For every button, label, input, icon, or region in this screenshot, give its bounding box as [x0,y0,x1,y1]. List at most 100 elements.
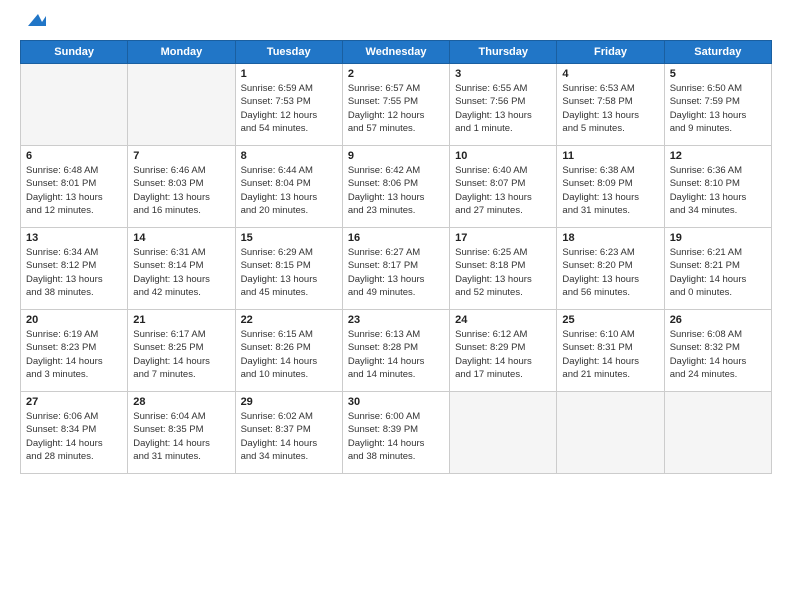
day-info: Sunrise: 6:42 AMSunset: 8:06 PMDaylight:… [348,164,444,217]
calendar-table: SundayMondayTuesdayWednesdayThursdayFrid… [20,40,772,474]
calendar-cell: 4Sunrise: 6:53 AMSunset: 7:58 PMDaylight… [557,64,664,146]
day-info: Sunrise: 6:21 AMSunset: 8:21 PMDaylight:… [670,246,766,299]
calendar-cell [664,392,771,474]
day-number: 21 [133,314,229,326]
calendar-cell: 19 Sunrise: 6:21 AMSunset: 8:21 PMDayligh… [664,228,771,310]
day-number: 29 [241,396,337,408]
day-info: Sunrise: 6:13 AMSunset: 8:28 PMDaylight:… [348,328,444,381]
calendar-header-tuesday: Tuesday [235,41,342,64]
day-number: 3 [455,68,551,80]
day-number: 18 [562,232,658,244]
calendar-header-friday: Friday [557,41,664,64]
calendar-cell: 2 Sunrise: 6:57 AMSunset: 7:55 PMDaylight… [342,64,449,146]
calendar-cell: 8Sunrise: 6:44 AMSunset: 8:04 PMDaylight… [235,146,342,228]
calendar-week-1: 1 Sunrise: 6:59 AMSunset: 7:53 PMDaylight… [21,64,772,146]
page-container: SundayMondayTuesdayWednesdayThursdayFrid… [0,0,792,612]
day-number: 16 [348,232,444,244]
calendar-cell: 3 Sunrise: 6:55 AMSunset: 7:56 PMDaylight… [450,64,557,146]
calendar-cell: 9 Sunrise: 6:42 AMSunset: 8:06 PMDaylight… [342,146,449,228]
day-info: Sunrise: 6:57 AMSunset: 7:55 PMDaylight:… [348,82,444,135]
day-number: 15 [241,232,337,244]
day-number: 20 [26,314,122,326]
day-info: Sunrise: 6:40 AMSunset: 8:07 PMDaylight:… [455,164,551,217]
day-info: Sunrise: 6:04 AMSunset: 8:35 PMDaylight:… [133,410,229,463]
calendar-cell: 27Sunrise: 6:06 AMSunset: 8:34 PMDayligh… [21,392,128,474]
calendar-cell: 20 Sunrise: 6:19 AMSunset: 8:23 PMDayligh… [21,310,128,392]
day-info: Sunrise: 6:23 AMSunset: 8:20 PMDaylight:… [562,246,658,299]
calendar-cell: 23 Sunrise: 6:13 AMSunset: 8:28 PMDayligh… [342,310,449,392]
calendar-cell: 22 Sunrise: 6:15 AMSunset: 8:26 PMDayligh… [235,310,342,392]
day-info: Sunrise: 6:46 AMSunset: 8:03 PMDaylight:… [133,164,229,217]
day-info: Sunrise: 6:17 AMSunset: 8:25 PMDaylight:… [133,328,229,381]
calendar-cell: 1 Sunrise: 6:59 AMSunset: 7:53 PMDaylight… [235,64,342,146]
day-number: 2 [348,68,444,80]
day-info: Sunrise: 6:10 AMSunset: 8:31 PMDaylight:… [562,328,658,381]
header [20,16,772,30]
day-info: Sunrise: 6:12 AMSunset: 8:29 PMDaylight:… [455,328,551,381]
day-info: Sunrise: 6:06 AMSunset: 8:34 PMDaylight:… [26,410,122,463]
calendar-week-4: 20 Sunrise: 6:19 AMSunset: 8:23 PMDayligh… [21,310,772,392]
calendar-header-thursday: Thursday [450,41,557,64]
day-info: Sunrise: 6:15 AMSunset: 8:26 PMDaylight:… [241,328,337,381]
calendar-week-2: 6 Sunrise: 6:48 AMSunset: 8:01 PMDaylight… [21,146,772,228]
calendar-cell [128,64,235,146]
calendar-cell: 7 Sunrise: 6:46 AMSunset: 8:03 PMDaylight… [128,146,235,228]
day-info: Sunrise: 6:59 AMSunset: 7:53 PMDaylight:… [241,82,337,135]
day-info: Sunrise: 6:27 AMSunset: 8:17 PMDaylight:… [348,246,444,299]
day-info: Sunrise: 6:25 AMSunset: 8:18 PMDaylight:… [455,246,551,299]
calendar-cell: 17 Sunrise: 6:25 AMSunset: 8:18 PMDayligh… [450,228,557,310]
calendar-cell: 11Sunrise: 6:38 AMSunset: 8:09 PMDayligh… [557,146,664,228]
day-number: 25 [562,314,658,326]
day-number: 9 [348,150,444,162]
day-info: Sunrise: 6:08 AMSunset: 8:32 PMDaylight:… [670,328,766,381]
day-number: 6 [26,150,122,162]
day-info: Sunrise: 6:53 AMSunset: 7:58 PMDaylight:… [562,82,658,135]
day-number: 19 [670,232,766,244]
day-number: 12 [670,150,766,162]
calendar-cell: 18 Sunrise: 6:23 AMSunset: 8:20 PMDayligh… [557,228,664,310]
calendar-cell: 16 Sunrise: 6:27 AMSunset: 8:17 PMDayligh… [342,228,449,310]
day-info: Sunrise: 6:19 AMSunset: 8:23 PMDaylight:… [26,328,122,381]
calendar-cell: 14 Sunrise: 6:31 AMSunset: 8:14 PMDayligh… [128,228,235,310]
day-info: Sunrise: 6:34 AMSunset: 8:12 PMDaylight:… [26,246,122,299]
day-info: Sunrise: 6:55 AMSunset: 7:56 PMDaylight:… [455,82,551,135]
day-number: 8 [241,150,337,162]
calendar-cell: 15 Sunrise: 6:29 AMSunset: 8:15 PMDayligh… [235,228,342,310]
day-number: 14 [133,232,229,244]
calendar-week-5: 27Sunrise: 6:06 AMSunset: 8:34 PMDayligh… [21,392,772,474]
logo-icon [24,8,46,30]
day-number: 26 [670,314,766,326]
day-number: 11 [562,150,658,162]
day-info: Sunrise: 6:02 AMSunset: 8:37 PMDaylight:… [241,410,337,463]
calendar-cell: 21 Sunrise: 6:17 AMSunset: 8:25 PMDayligh… [128,310,235,392]
calendar-header-saturday: Saturday [664,41,771,64]
day-number: 5 [670,68,766,80]
calendar-cell [557,392,664,474]
day-info: Sunrise: 6:36 AMSunset: 8:10 PMDaylight:… [670,164,766,217]
calendar-header-sunday: Sunday [21,41,128,64]
day-number: 13 [26,232,122,244]
day-number: 1 [241,68,337,80]
calendar-header-monday: Monday [128,41,235,64]
day-number: 24 [455,314,551,326]
calendar-cell: 6 Sunrise: 6:48 AMSunset: 8:01 PMDaylight… [21,146,128,228]
calendar-cell: 28 Sunrise: 6:04 AMSunset: 8:35 PMDayligh… [128,392,235,474]
calendar-cell: 26 Sunrise: 6:08 AMSunset: 8:32 PMDayligh… [664,310,771,392]
day-number: 28 [133,396,229,408]
day-info: Sunrise: 6:48 AMSunset: 8:01 PMDaylight:… [26,164,122,217]
day-number: 23 [348,314,444,326]
day-info: Sunrise: 6:31 AMSunset: 8:14 PMDaylight:… [133,246,229,299]
day-number: 17 [455,232,551,244]
calendar-week-3: 13 Sunrise: 6:34 AMSunset: 8:12 PMDayligh… [21,228,772,310]
day-number: 7 [133,150,229,162]
day-number: 22 [241,314,337,326]
day-info: Sunrise: 6:29 AMSunset: 8:15 PMDaylight:… [241,246,337,299]
logo [20,16,46,30]
calendar-cell: 29 Sunrise: 6:02 AMSunset: 8:37 PMDayligh… [235,392,342,474]
day-number: 10 [455,150,551,162]
calendar-cell: 10 Sunrise: 6:40 AMSunset: 8:07 PMDayligh… [450,146,557,228]
day-info: Sunrise: 6:00 AMSunset: 8:39 PMDaylight:… [348,410,444,463]
calendar-header-wednesday: Wednesday [342,41,449,64]
calendar-cell: 25 Sunrise: 6:10 AMSunset: 8:31 PMDayligh… [557,310,664,392]
calendar-cell: 30Sunrise: 6:00 AMSunset: 8:39 PMDayligh… [342,392,449,474]
